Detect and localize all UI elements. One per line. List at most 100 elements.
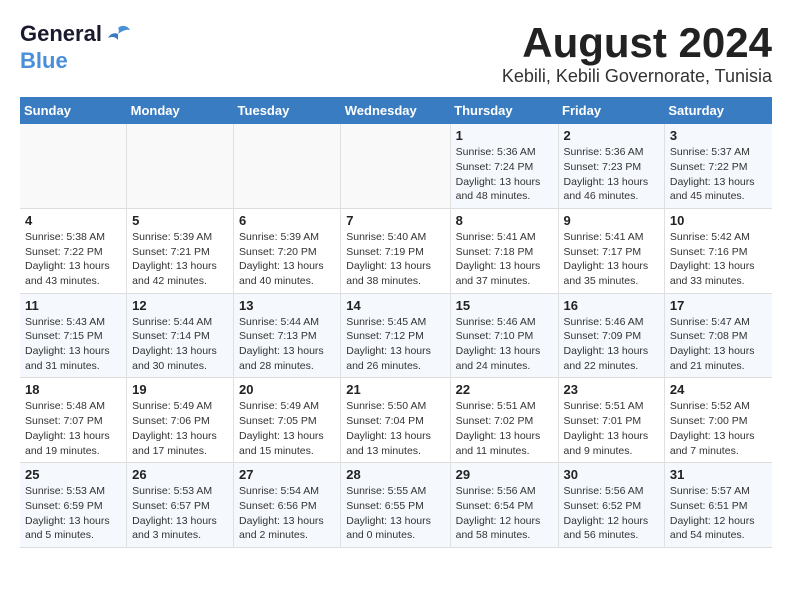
day-info: Sunrise: 5:36 AM Sunset: 7:23 PM Dayligh… [564,145,659,204]
calendar-cell: 12 Sunrise: 5:44 AM Sunset: 7:14 PM Dayli… [127,293,234,378]
calendar-table: Sunday Monday Tuesday Wednesday Thursday… [20,97,772,548]
day-number: 14 [346,298,444,313]
day-info: Sunrise: 5:49 AM Sunset: 7:06 PM Dayligh… [132,399,228,458]
calendar-cell: 30 Sunrise: 5:56 AM Sunset: 6:52 PM Dayli… [558,463,664,548]
day-number: 15 [456,298,553,313]
day-info: Sunrise: 5:52 AM Sunset: 7:00 PM Dayligh… [670,399,767,458]
calendar-cell: 19 Sunrise: 5:49 AM Sunset: 7:06 PM Dayli… [127,378,234,463]
day-number: 6 [239,213,335,228]
day-number: 8 [456,213,553,228]
logo-general: General [20,21,102,47]
calendar-week-row: 18 Sunrise: 5:48 AM Sunset: 7:07 PM Dayli… [20,378,772,463]
calendar-title: August 2024 [502,20,772,66]
day-info: Sunrise: 5:42 AM Sunset: 7:16 PM Dayligh… [670,230,767,289]
calendar-cell: 9 Sunrise: 5:41 AM Sunset: 7:17 PM Daylig… [558,208,664,293]
day-info: Sunrise: 5:44 AM Sunset: 7:13 PM Dayligh… [239,315,335,374]
day-number: 12 [132,298,228,313]
calendar-cell: 25 Sunrise: 5:53 AM Sunset: 6:59 PM Dayli… [20,463,127,548]
calendar-cell: 16 Sunrise: 5:46 AM Sunset: 7:09 PM Dayli… [558,293,664,378]
page-header: General Blue August 2024 Kebili, Kebili … [20,20,772,87]
day-info: Sunrise: 5:53 AM Sunset: 6:59 PM Dayligh… [25,484,121,543]
day-number: 4 [25,213,121,228]
day-number: 26 [132,467,228,482]
day-number: 24 [670,382,767,397]
calendar-week-row: 25 Sunrise: 5:53 AM Sunset: 6:59 PM Dayli… [20,463,772,548]
day-number: 1 [456,128,553,143]
calendar-cell: 18 Sunrise: 5:48 AM Sunset: 7:07 PM Dayli… [20,378,127,463]
day-info: Sunrise: 5:51 AM Sunset: 7:01 PM Dayligh… [564,399,659,458]
day-info: Sunrise: 5:46 AM Sunset: 7:09 PM Dayligh… [564,315,659,374]
calendar-cell [20,124,127,208]
day-number: 18 [25,382,121,397]
day-number: 16 [564,298,659,313]
day-number: 27 [239,467,335,482]
day-number: 5 [132,213,228,228]
day-number: 13 [239,298,335,313]
calendar-subtitle: Kebili, Kebili Governorate, Tunisia [502,66,772,87]
calendar-cell: 29 Sunrise: 5:56 AM Sunset: 6:54 PM Dayli… [450,463,558,548]
logo-blue: Blue [20,48,132,74]
day-number: 9 [564,213,659,228]
day-info: Sunrise: 5:46 AM Sunset: 7:10 PM Dayligh… [456,315,553,374]
calendar-week-row: 11Sunrise: 5:43 AM Sunset: 7:15 PM Dayli… [20,293,772,378]
header-thursday: Thursday [450,97,558,124]
calendar-cell: 6 Sunrise: 5:39 AM Sunset: 7:20 PM Daylig… [234,208,341,293]
day-number: 11 [25,298,121,313]
header-monday: Monday [127,97,234,124]
header-tuesday: Tuesday [234,97,341,124]
day-number: 28 [346,467,444,482]
calendar-cell: 15 Sunrise: 5:46 AM Sunset: 7:10 PM Dayli… [450,293,558,378]
day-info: Sunrise: 5:39 AM Sunset: 7:21 PM Dayligh… [132,230,228,289]
day-number: 31 [670,467,767,482]
calendar-cell: 7 Sunrise: 5:40 AM Sunset: 7:19 PM Daylig… [341,208,450,293]
calendar-cell: 28Sunrise: 5:55 AM Sunset: 6:55 PM Dayli… [341,463,450,548]
calendar-cell: 26Sunrise: 5:53 AM Sunset: 6:57 PM Dayli… [127,463,234,548]
header-sunday: Sunday [20,97,127,124]
day-number: 29 [456,467,553,482]
calendar-week-row: 1Sunrise: 5:36 AM Sunset: 7:24 PM Daylig… [20,124,772,208]
day-number: 25 [25,467,121,482]
calendar-cell: 1Sunrise: 5:36 AM Sunset: 7:24 PM Daylig… [450,124,558,208]
day-info: Sunrise: 5:39 AM Sunset: 7:20 PM Dayligh… [239,230,335,289]
calendar-cell: 21 Sunrise: 5:50 AM Sunset: 7:04 PM Dayli… [341,378,450,463]
day-info: Sunrise: 5:57 AM Sunset: 6:51 PM Dayligh… [670,484,767,543]
calendar-cell: 27Sunrise: 5:54 AM Sunset: 6:56 PM Dayli… [234,463,341,548]
day-number: 7 [346,213,444,228]
day-info: Sunrise: 5:38 AM Sunset: 7:22 PM Dayligh… [25,230,121,289]
day-info: Sunrise: 5:49 AM Sunset: 7:05 PM Dayligh… [239,399,335,458]
day-info: Sunrise: 5:51 AM Sunset: 7:02 PM Dayligh… [456,399,553,458]
calendar-cell: 23 Sunrise: 5:51 AM Sunset: 7:01 PM Dayli… [558,378,664,463]
day-number: 22 [456,382,553,397]
day-info: Sunrise: 5:41 AM Sunset: 7:17 PM Dayligh… [564,230,659,289]
calendar-cell: 14Sunrise: 5:45 AM Sunset: 7:12 PM Dayli… [341,293,450,378]
calendar-cell: 5 Sunrise: 5:39 AM Sunset: 7:21 PM Daylig… [127,208,234,293]
calendar-cell: 11Sunrise: 5:43 AM Sunset: 7:15 PM Dayli… [20,293,127,378]
day-info: Sunrise: 5:56 AM Sunset: 6:52 PM Dayligh… [564,484,659,543]
day-number: 30 [564,467,659,482]
calendar-cell: 17Sunrise: 5:47 AM Sunset: 7:08 PM Dayli… [664,293,772,378]
logo-bird-icon [104,20,132,48]
day-info: Sunrise: 5:48 AM Sunset: 7:07 PM Dayligh… [25,399,121,458]
header-friday: Friday [558,97,664,124]
day-number: 19 [132,382,228,397]
calendar-cell: 13 Sunrise: 5:44 AM Sunset: 7:13 PM Dayli… [234,293,341,378]
calendar-cell: 31 Sunrise: 5:57 AM Sunset: 6:51 PM Dayli… [664,463,772,548]
calendar-cell: 8 Sunrise: 5:41 AM Sunset: 7:18 PM Daylig… [450,208,558,293]
calendar-cell: 10 Sunrise: 5:42 AM Sunset: 7:16 PM Dayli… [664,208,772,293]
calendar-header-row: Sunday Monday Tuesday Wednesday Thursday… [20,97,772,124]
day-info: Sunrise: 5:50 AM Sunset: 7:04 PM Dayligh… [346,399,444,458]
day-number: 10 [670,213,767,228]
calendar-cell: 4 Sunrise: 5:38 AM Sunset: 7:22 PM Daylig… [20,208,127,293]
calendar-cell: 3Sunrise: 5:37 AM Sunset: 7:22 PM Daylig… [664,124,772,208]
calendar-cell: 24 Sunrise: 5:52 AM Sunset: 7:00 PM Dayli… [664,378,772,463]
day-number: 23 [564,382,659,397]
day-info: Sunrise: 5:37 AM Sunset: 7:22 PM Dayligh… [670,145,767,204]
day-number: 21 [346,382,444,397]
day-info: Sunrise: 5:56 AM Sunset: 6:54 PM Dayligh… [456,484,553,543]
day-info: Sunrise: 5:44 AM Sunset: 7:14 PM Dayligh… [132,315,228,374]
header-saturday: Saturday [664,97,772,124]
calendar-cell: 2Sunrise: 5:36 AM Sunset: 7:23 PM Daylig… [558,124,664,208]
day-info: Sunrise: 5:41 AM Sunset: 7:18 PM Dayligh… [456,230,553,289]
day-info: Sunrise: 5:40 AM Sunset: 7:19 PM Dayligh… [346,230,444,289]
calendar-cell: 20Sunrise: 5:49 AM Sunset: 7:05 PM Dayli… [234,378,341,463]
